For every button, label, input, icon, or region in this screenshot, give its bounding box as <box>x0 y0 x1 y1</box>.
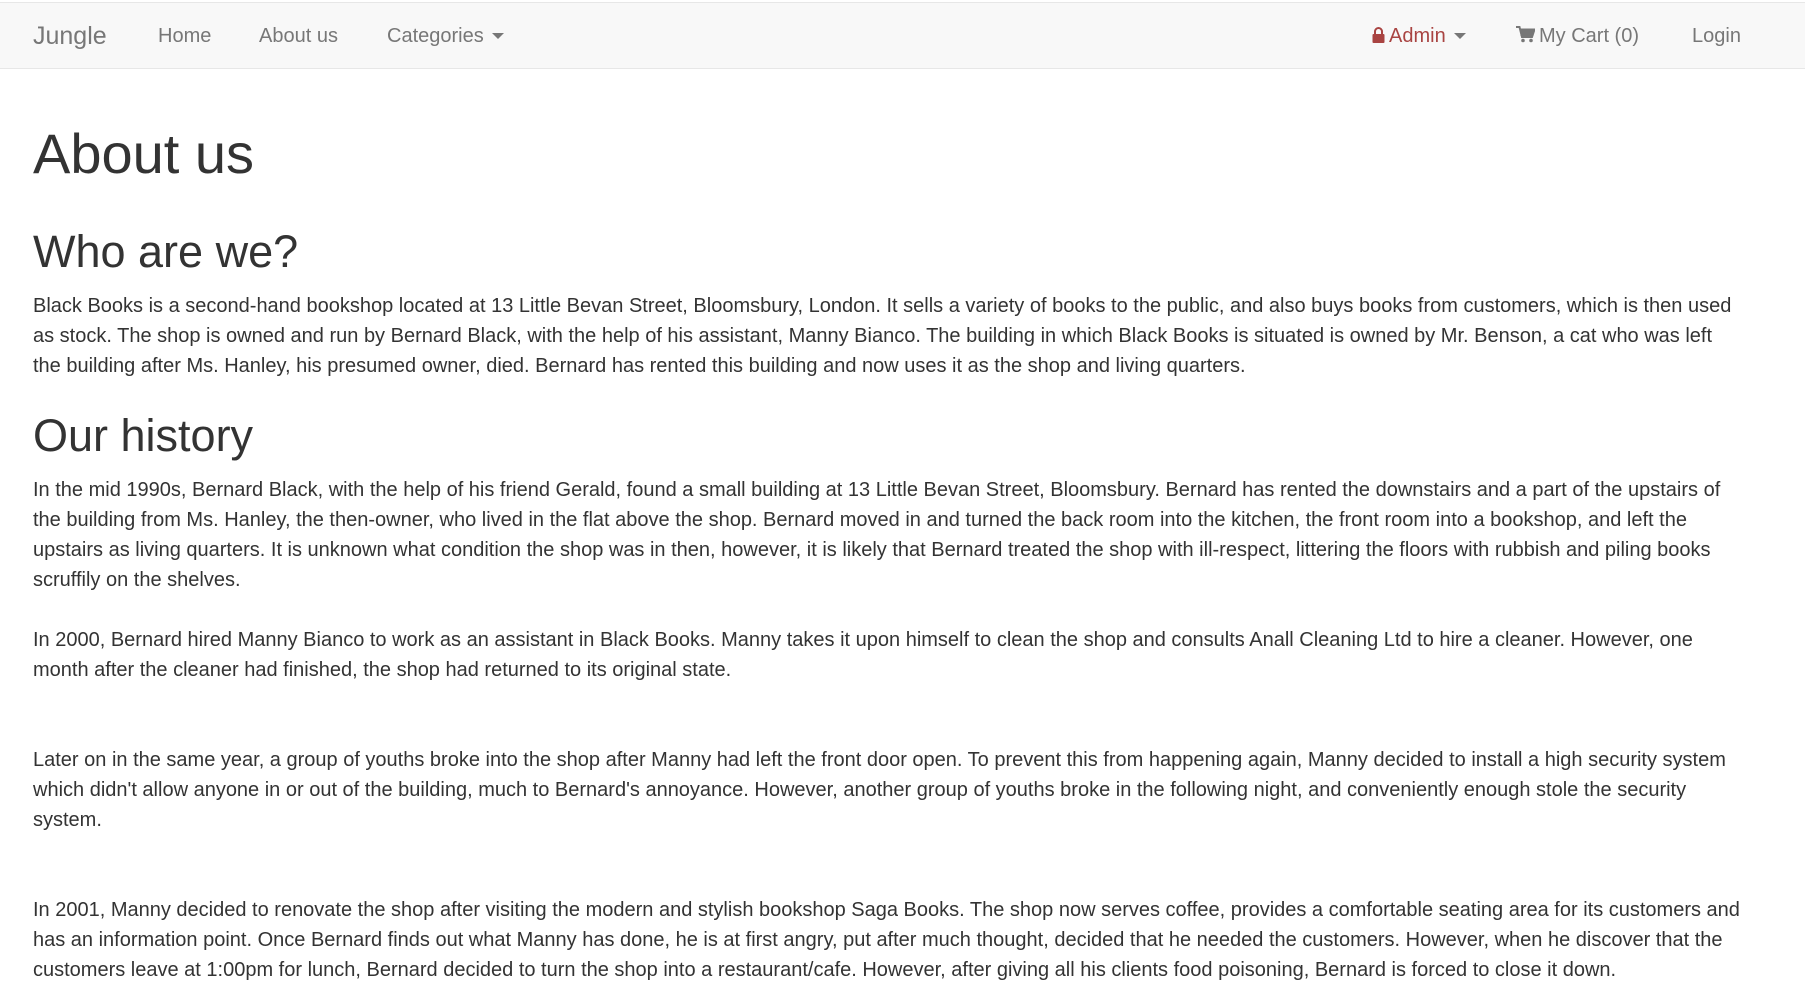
paragraph-history-3: Later on in the same year, a group of yo… <box>33 749 1726 831</box>
cart-icon <box>1516 26 1535 43</box>
nav-cart[interactable]: My Cart (0) <box>1516 3 1639 70</box>
admin-label: Admin <box>1389 25 1446 47</box>
nav-categories-dropdown[interactable]: Categories <box>387 3 504 70</box>
top-navbar: Jungle Home About us Categories Admin My… <box>0 2 1805 69</box>
brand-link[interactable]: Jungle <box>33 3 107 70</box>
lock-icon <box>1372 26 1385 43</box>
section-heading-who: Who are we? <box>33 226 299 277</box>
paragraph-history-4: In 2001, Manny decided to renovate the s… <box>33 899 1740 981</box>
nav-home[interactable]: Home <box>158 3 211 70</box>
admin-dropdown[interactable]: Admin <box>1372 3 1466 70</box>
nav-login[interactable]: Login <box>1692 3 1741 70</box>
paragraph-history-2: In 2000, Bernard hired Manny Bianco to w… <box>33 629 1693 681</box>
section-heading-history: Our history <box>33 410 254 461</box>
nav-categories-label: Categories <box>387 25 484 47</box>
nav-about[interactable]: About us <box>259 3 338 70</box>
paragraph-history-1: In the mid 1990s, Bernard Black, with th… <box>33 479 1721 591</box>
caret-down-icon <box>1453 32 1466 39</box>
paragraph-who: Black Books is a second-hand bookshop lo… <box>33 295 1732 377</box>
cart-label: My Cart (0) <box>1539 25 1639 47</box>
page-title: About us <box>33 122 255 185</box>
caret-down-icon <box>491 32 504 39</box>
